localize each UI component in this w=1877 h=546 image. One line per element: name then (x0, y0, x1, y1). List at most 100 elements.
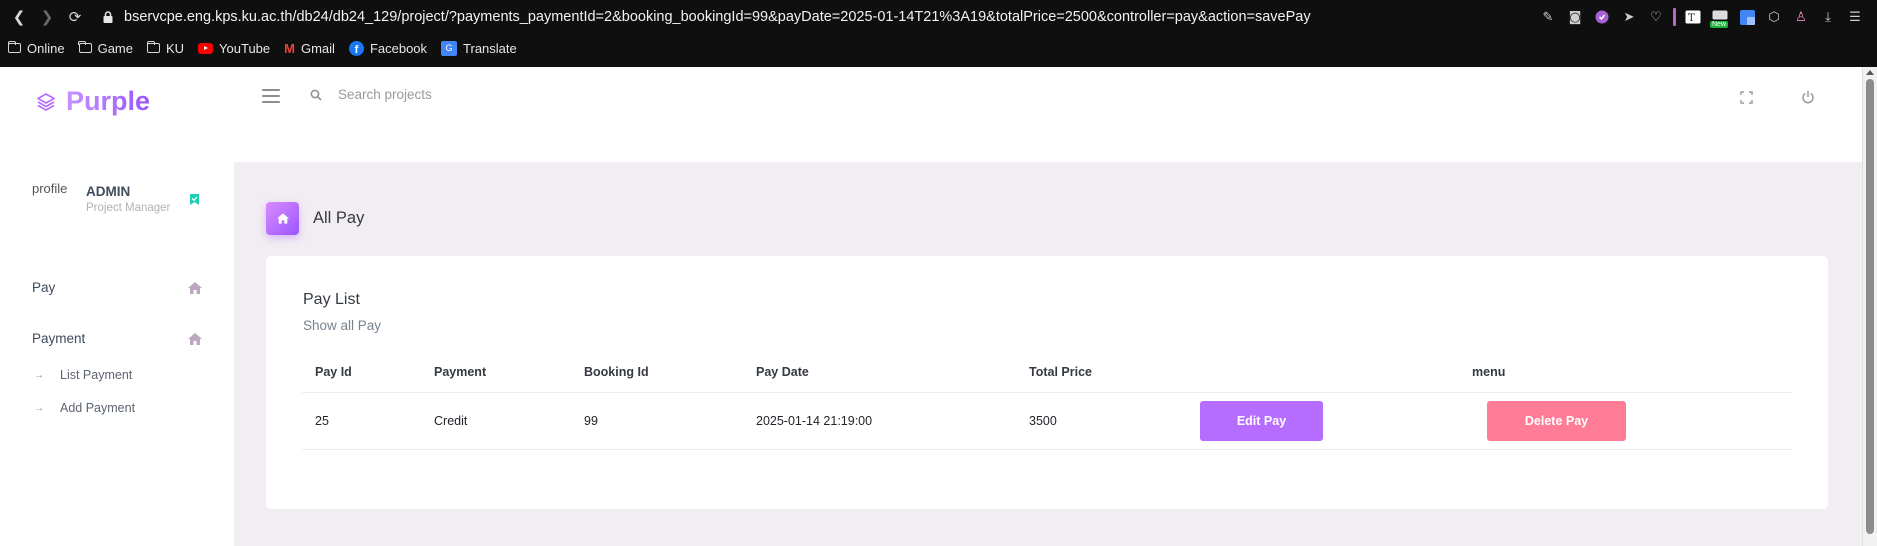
sidebar-item-pay[interactable]: Pay (32, 280, 202, 295)
address-bar[interactable]: bservcpe.eng.kps.ku.ac.th/db24/db24_129/… (92, 2, 1538, 32)
browser-chrome: ❮ ❯ ⟳ bservcpe.eng.kps.ku.ac.th/db24/db2… (0, 0, 1877, 67)
search-icon (310, 89, 322, 101)
cell-total-price: 3500 (1029, 414, 1057, 428)
back-icon[interactable]: ❮ (8, 6, 30, 28)
sidebar-item-payment[interactable]: Payment (32, 331, 202, 346)
bookmark-facebook[interactable]: f Facebook (348, 40, 427, 56)
svg-text:T: T (1688, 13, 1695, 24)
page-header: All Pay (266, 202, 364, 235)
bookmark-gmail[interactable]: M Gmail (284, 41, 335, 56)
url-text[interactable]: bservcpe.eng.kps.ku.ac.th/db24/db24_129/… (124, 9, 1311, 25)
extension-toolbar: ✎ ◙ ➤ ♡ T New ⬡ ♙ ⤓ ☰ (1538, 8, 1865, 28)
home-icon (188, 332, 202, 345)
home-icon (266, 202, 299, 235)
top-navbar: Purple (0, 67, 1862, 162)
shield-icon[interactable] (1592, 8, 1612, 26)
arrow-right-icon: → (34, 369, 44, 381)
table-header: Pay Id Payment Booking Id Pay Date Total… (302, 352, 1793, 393)
sidebar-item-label: Pay (32, 280, 56, 295)
sidebar-subitem-label: List Payment (60, 368, 133, 382)
gmail-icon: M (284, 40, 295, 56)
bookmark-label: Gmail (300, 40, 335, 56)
bookmark-translate[interactable]: G Translate (441, 40, 517, 56)
download-icon[interactable]: ⤓ (1818, 8, 1838, 26)
column-header: Total Price (1029, 365, 1092, 379)
translate-icon[interactable]: T (1683, 8, 1703, 26)
camera-icon[interactable]: ◙ (1565, 8, 1585, 26)
page-scrollbar[interactable] (1862, 67, 1877, 546)
brand[interactable]: Purple (36, 86, 150, 117)
arrow-right-icon: → (34, 402, 44, 414)
search-input[interactable] (338, 87, 638, 102)
page-title: All Pay (313, 209, 365, 227)
send-icon[interactable]: ➤ (1619, 8, 1639, 26)
search-bar (310, 87, 638, 102)
power-icon[interactable] (1801, 90, 1815, 104)
card-title: Pay List (303, 291, 360, 308)
bookmark-game[interactable]: Game (78, 40, 133, 56)
folder-icon (78, 41, 92, 53)
edit-pay-button[interactable]: Edit Pay (1200, 401, 1323, 441)
folder-icon (7, 41, 21, 53)
column-header: Pay Id (315, 365, 352, 379)
edit-icon[interactable]: ✎ (1538, 8, 1558, 26)
sidebar-subitem-add-payment[interactable]: → Add Payment (34, 401, 135, 415)
cell-pay-date: 2025-01-14 21:19:00 (756, 414, 873, 428)
bookmark-online[interactable]: Online (7, 40, 65, 56)
google-translate-icon[interactable] (1737, 8, 1757, 26)
new-badge: New (1710, 21, 1729, 28)
divider (1673, 8, 1676, 26)
translate-icon: G (441, 40, 458, 56)
layers-icon (37, 92, 55, 111)
folder-icon (146, 41, 160, 53)
facebook-icon: f (348, 40, 364, 56)
reload-icon[interactable]: ⟳ (64, 6, 86, 28)
hamburger-icon[interactable] (262, 89, 280, 103)
bookmark-label: Online (27, 40, 65, 56)
heart-icon[interactable]: ♡ (1646, 8, 1666, 26)
column-header: Booking Id (584, 365, 649, 379)
brand-name: Purple (66, 86, 151, 116)
sidebar: profile ADMIN Project Manager Pay Paymen… (0, 162, 234, 546)
youtube-icon (198, 42, 214, 54)
sidebar-subitem-list-payment[interactable]: → List Payment (34, 368, 132, 382)
lock-icon (103, 11, 113, 23)
menu-icon[interactable]: ☰ (1845, 8, 1865, 26)
bookmark-label: Game (97, 40, 133, 56)
page: Purple profile ADMIN Project Manager Pay (0, 67, 1862, 546)
avatar: profile (32, 181, 72, 221)
address-row: ❮ ❯ ⟳ bservcpe.eng.kps.ku.ac.th/db24/db2… (0, 0, 1877, 34)
bookmark-youtube[interactable]: YouTube (198, 41, 270, 56)
scroll-thumb[interactable] (1866, 79, 1874, 534)
forward-icon[interactable]: ❯ (36, 6, 58, 28)
column-header: menu (1472, 365, 1506, 379)
profile-role: Project Manager (86, 202, 171, 214)
profile-text: ADMIN Project Manager (86, 184, 170, 221)
column-header: Payment (434, 365, 487, 379)
delete-pay-button[interactable]: Delete Pay (1487, 401, 1626, 441)
card-description: Show all Pay (303, 318, 382, 333)
cube-icon[interactable]: ⬡ (1764, 8, 1784, 26)
cell-pay-id: 25 (315, 414, 329, 428)
bookmark-label: KU (165, 40, 185, 56)
scroll-up-icon[interactable] (1866, 70, 1874, 75)
home-icon (188, 281, 202, 294)
pay-list-card: Pay List Show all Pay Pay Id Payment Boo… (266, 256, 1828, 509)
profile-name: ADMIN (86, 184, 131, 199)
pay-table: Pay Id Payment Booking Id Pay Date Total… (302, 352, 1793, 450)
sidebar-item-label: Payment (32, 331, 86, 346)
bookmark-label: YouTube (219, 40, 271, 56)
profile-icon[interactable]: ♙ (1791, 8, 1811, 26)
bookmarks-bar: Online Game KU YouTube M Gmail f Facebook … (0, 34, 1877, 62)
bookmark-check-icon (190, 194, 199, 205)
sidebar-subitem-label: Add Payment (60, 401, 136, 415)
column-header: Pay Date (756, 365, 809, 379)
profile[interactable]: profile ADMIN Project Manager (32, 181, 170, 221)
avatar-alt-text: profile (32, 181, 68, 196)
new-extension-icon[interactable]: New (1710, 8, 1730, 28)
fullscreen-icon[interactable] (1740, 91, 1753, 104)
bookmark-ku[interactable]: KU (146, 40, 185, 56)
bookmark-label: Translate (463, 40, 517, 56)
cell-payment: Credit (434, 414, 468, 428)
cell-booking-id: 99 (584, 414, 598, 428)
